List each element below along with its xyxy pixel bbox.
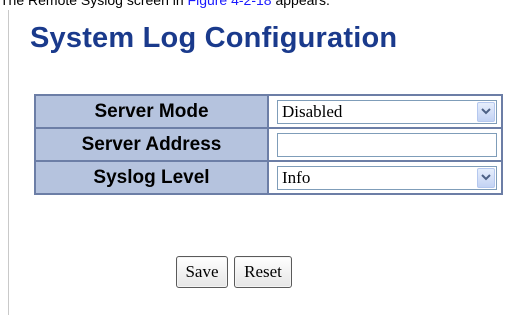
syslog-level-value: Info xyxy=(282,167,311,187)
save-button[interactable]: Save xyxy=(176,256,228,288)
reset-button[interactable]: Reset xyxy=(234,256,292,288)
syslog-config-table: Server Mode Disabled Server Address Sysl… xyxy=(34,94,503,195)
server-mode-value: Disabled xyxy=(282,101,343,121)
table-row: Server Address xyxy=(34,127,503,162)
table-row: Syslog Level Info xyxy=(34,160,503,195)
figure-link[interactable]: Figure 4-2-18 xyxy=(188,0,272,8)
chevron-down-icon xyxy=(481,173,491,180)
server-address-label: Server Address xyxy=(34,127,269,162)
server-mode-dropdown-button[interactable] xyxy=(477,101,495,122)
server-mode-cell: Disabled xyxy=(267,94,503,129)
syslog-level-select[interactable]: Info xyxy=(277,165,497,190)
caption-suffix: appears. xyxy=(271,0,330,8)
server-mode-select[interactable]: Disabled xyxy=(277,99,497,124)
syslog-level-cell: Info xyxy=(267,160,503,195)
chevron-down-icon xyxy=(481,107,491,114)
server-mode-label: Server Mode xyxy=(34,94,269,129)
frame-divider xyxy=(8,10,9,315)
syslog-level-dropdown-button[interactable] xyxy=(477,167,495,188)
server-address-cell xyxy=(267,127,503,162)
caption-prefix: The Remote Syslog screen in xyxy=(0,0,188,8)
page-title: System Log Configuration xyxy=(30,22,398,54)
syslog-level-label: Syslog Level xyxy=(34,160,269,195)
caption-text: The Remote Syslog screen in Figure 4-2-1… xyxy=(0,0,532,8)
table-row: Server Mode Disabled xyxy=(34,94,503,129)
server-address-input[interactable] xyxy=(277,132,497,157)
